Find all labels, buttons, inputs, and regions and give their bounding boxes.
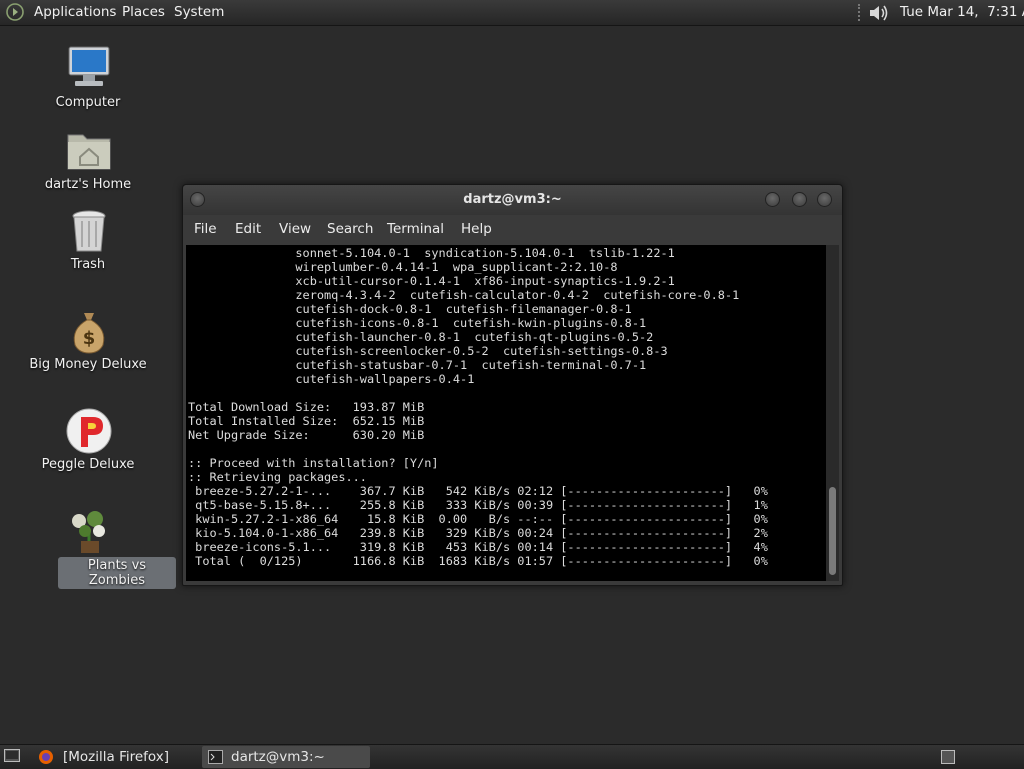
desktop-icon-label: Trash	[70, 257, 106, 272]
money-bag-icon: $	[73, 313, 105, 354]
terminal-icon	[208, 750, 223, 764]
terminal-window[interactable]: dartz@vm3:~ File Edit View Search Termin…	[182, 184, 843, 586]
desktop-icon-label: Plants vs Zombies	[58, 557, 176, 589]
terminal-menubar: File Edit View Search Terminal Help	[183, 215, 842, 244]
close-button[interactable]	[817, 192, 832, 207]
menu-file[interactable]: File	[194, 215, 217, 244]
window-title: dartz@vm3:~	[463, 192, 562, 207]
plants-zombies-icon	[72, 511, 105, 553]
firefox-icon	[39, 750, 53, 764]
desktop-icon-plants-vs-zombies[interactable]: Plants vs Zombies	[28, 507, 176, 589]
top-panel: Applications Places System Tue Mar 14, 7…	[0, 0, 1024, 26]
home-folder-icon	[67, 134, 111, 170]
desktop-icon-label: dartz's Home	[44, 177, 132, 192]
peggle-icon	[66, 408, 112, 454]
desktop-icon-big-money[interactable]: $ Big Money Deluxe	[28, 307, 148, 377]
distro-logo-icon[interactable]	[6, 3, 24, 21]
terminal-text: sonnet-5.104.0-1 syndication-5.104.0-1 t…	[188, 246, 768, 568]
window-titlebar[interactable]: dartz@vm3:~	[183, 185, 842, 215]
menu-places[interactable]: Places	[122, 0, 165, 25]
taskbar-firefox[interactable]: [Mozilla Firefox]	[30, 746, 195, 768]
desktop-icon-computer[interactable]: Computer	[28, 45, 148, 115]
taskbar-item-label: [Mozilla Firefox]	[63, 749, 170, 765]
menu-view[interactable]: View	[279, 215, 311, 244]
desktop-icon-peggle[interactable]: Peggle Deluxe	[28, 407, 148, 477]
clock[interactable]: Tue Mar 14, 7:31 AM	[900, 0, 1024, 25]
minimize-button[interactable]	[765, 192, 780, 207]
menu-search[interactable]: Search	[327, 215, 373, 244]
menu-edit[interactable]: Edit	[235, 215, 261, 244]
desktop-icon-label: Big Money Deluxe	[29, 357, 147, 372]
computer-icon	[68, 46, 110, 86]
taskbar-item-label: dartz@vm3:~	[231, 749, 325, 765]
show-desktop-icon[interactable]	[4, 749, 20, 763]
menu-system[interactable]: System	[174, 0, 224, 25]
desktop-icon-label: Computer	[55, 95, 121, 110]
volume-icon[interactable]	[868, 3, 890, 23]
desktop-icon-home[interactable]: dartz's Home	[28, 127, 148, 197]
bottom-panel: [Mozilla Firefox] dartz@vm3:~	[0, 744, 1024, 769]
terminal-scrollbar[interactable]	[826, 245, 839, 581]
taskbar-terminal[interactable]: dartz@vm3:~	[202, 746, 370, 768]
desktop-icon-trash[interactable]: Trash	[28, 207, 148, 277]
menu-terminal[interactable]: Terminal	[387, 215, 444, 244]
scrollbar-thumb[interactable]	[829, 487, 836, 575]
svg-text:$: $	[83, 328, 96, 349]
maximize-button[interactable]	[792, 192, 807, 207]
trash-icon	[72, 210, 106, 252]
menu-help[interactable]: Help	[461, 215, 492, 244]
menu-applications[interactable]: Applications	[34, 0, 116, 25]
workspace-switcher[interactable]	[941, 750, 955, 764]
desktop-icon-label: Peggle Deluxe	[41, 457, 135, 472]
panel-grip	[858, 4, 864, 21]
terminal-output[interactable]: sonnet-5.104.0-1 syndication-5.104.0-1 t…	[186, 245, 826, 581]
